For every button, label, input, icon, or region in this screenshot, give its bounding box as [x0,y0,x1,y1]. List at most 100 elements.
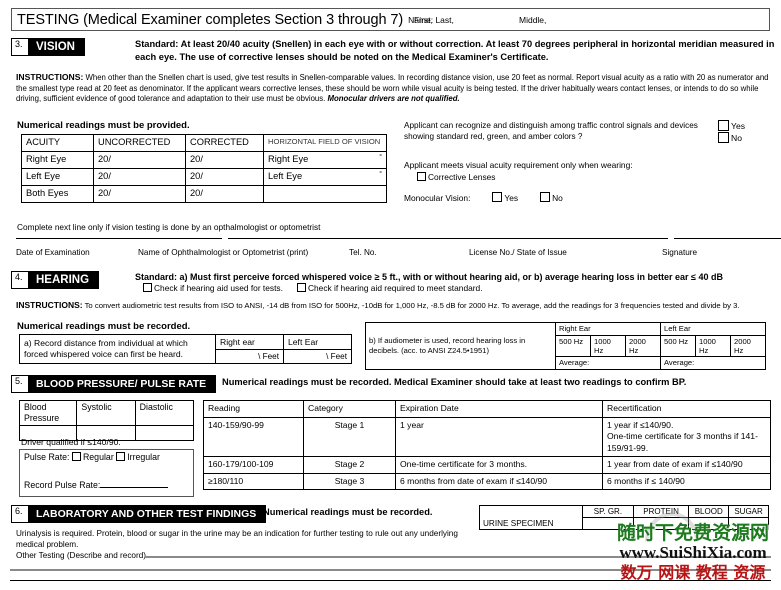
hearing-aid-checkbox-row: Check if hearing aid used for tests. Chec… [143,283,483,293]
section-6-note: Numerical readings must be recorded. [263,507,433,517]
both-eyes-uncorrected-field[interactable]: 20/ [93,185,186,203]
table-row: Reading Category Expiration Date Recerti… [203,400,771,418]
right-eye-corrected-field[interactable]: 20/ [185,151,264,169]
urine-specimen-table: URINE SPECIMEN SP. GR. PROTEIN BLOOD SUG… [479,505,769,530]
hearing-numerical-note: Numerical readings must be recorded. [17,321,191,332]
checkbox-icon[interactable] [143,283,152,292]
section-5-badge: 5. BLOOD PRESSURE/ PULSE RATE [11,375,217,393]
other-testing-line-2[interactable] [10,569,771,571]
left-eye-uncorrected-field[interactable]: 20/ [93,168,186,186]
other-testing-line-3[interactable] [10,580,771,581]
traffic-no-option[interactable]: No [718,132,745,144]
acuity-table: ACUITY UNCORRECTED CORRECTED HORIZONTAL … [21,134,387,203]
whispered-voice-table: a) Record distance from individual at wh… [19,334,352,364]
section-5-note: Numerical readings must be recorded. Med… [222,377,687,387]
row-label-both-eyes: Both Eyes [21,185,94,203]
left-eye-corrected-field[interactable]: 20/ [185,168,264,186]
checkbox-icon[interactable] [718,120,729,131]
record-pulse-rate-row: Record Pulse Rate: [24,480,169,490]
header-expiration-date: Expiration Date [395,400,603,418]
audiometer-instruction: b) If audiometer is used, record hearing… [365,322,556,370]
sugar-field[interactable] [728,517,769,530]
caption-license-no: License No./ State of Issue [469,248,567,257]
systolic-header: Systolic [76,400,136,426]
whispered-voice-instruction: a) Record distance from individual at wh… [19,334,216,364]
both-eyes-corrected-field[interactable]: 20/ [185,185,264,203]
traffic-signal-answer-group: Yes No [718,120,745,144]
checkbox-icon[interactable] [540,192,551,202]
section-3-standard-text: Standard: At least 20/40 acuity (Snellen… [135,39,775,62]
checkbox-icon[interactable] [296,283,306,292]
diastolic-field[interactable] [134,425,195,441]
left-ear-average-field[interactable]: Average: [660,356,766,370]
right-500hz-header: 500 Hz [555,335,591,357]
instructions-lead: INSTRUCTIONS: [16,300,83,310]
table-row: Both Eyes 20/ 20/ [21,185,387,203]
hfv-right-label: Right Eye [268,154,309,164]
monocular-vision-label: Monocular Vision: [404,193,471,203]
left-ear-feet-field[interactable]: \ Feet [283,349,352,364]
both-eyes-field-of-vision-field[interactable] [263,185,387,203]
checkbox-icon[interactable] [718,132,729,143]
section-4-instructions: INSTRUCTIONS: To convert audiometric tes… [16,300,771,311]
checkbox-icon[interactable] [492,192,503,202]
instructions-italic-note: Monocular drivers are not qualified. [327,94,460,103]
corrective-lenses-label: Corrective Lenses [428,172,496,182]
header-blood: BLOOD [688,505,730,518]
license-signature-line[interactable] [674,238,781,239]
header-category: Category [303,400,396,418]
record-pulse-rate-field[interactable] [100,487,169,488]
monocular-no-label: No [552,193,563,203]
left-eye-field-of-vision-field[interactable]: Left Eye ° [263,168,387,186]
table-row: URINE SPECIMEN SP. GR. PROTEIN BLOOD SUG… [479,505,769,530]
pulse-regular-label: Regular [82,452,114,462]
right-ear-feet-field[interactable]: \ Feet [215,349,284,364]
right-eye-field-of-vision-field[interactable]: Right Eye ° [263,151,387,169]
recert-stage1: 1 year if ≤140/90. One-time certificate … [602,416,771,457]
category-stage3: Stage 3 [303,472,396,490]
table-row: Right Eye 20/ 20/ Right Eye ° [21,151,387,169]
table-row: Left Eye 20/ 20/ Left Eye ° [21,168,387,186]
right-1000hz-header: 1000 Hz [590,335,626,357]
acuity-table-header-row: ACUITY UNCORRECTED CORRECTED HORIZONTAL … [21,134,387,152]
traffic-signal-question: Applicant can recognize and distinguish … [404,121,698,141]
name-first-label: First, [414,14,433,25]
right-ear-average-field[interactable]: Average: [555,356,661,370]
section-6-number: 6. [12,506,29,522]
hearing-aid-used-label: Check if hearing aid used for tests. [154,283,283,293]
header-sp-gr: SP. GR. [581,505,634,518]
left-1000hz-header: 1000 Hz [695,335,731,357]
hearing-aid-required-label: Check if hearing aid required to meet st… [307,283,483,293]
blood-pressure-category-table: Reading Category Expiration Date Recerti… [203,400,771,490]
sp-gr-field[interactable] [581,517,634,530]
right-ear-header: Right ear [215,334,284,350]
urinalysis-text: Urinalysis is required. Protein, blood o… [16,529,458,549]
checkbox-icon[interactable] [417,172,426,181]
header-acuity: ACUITY [21,134,94,152]
traffic-yes-option[interactable]: Yes [718,120,745,132]
diastolic-header: Diastolic [134,400,195,426]
other-testing-line-1[interactable] [145,556,771,558]
header-sugar: SUGAR [728,505,769,518]
table-row: 140-159/90-99 Stage 1 1 year 1 year if ≤… [203,416,771,457]
traffic-yes-label: Yes [731,121,746,131]
section-4-label: HEARING [29,272,99,288]
table-row: Blood Pressure Systolic Diastolic [18,400,195,426]
audiometer-table: b) If audiometer is used, record hearing… [365,322,766,370]
monocular-vision-row: Monocular Vision: Yes No [404,192,563,203]
table-row: ≥180/110 Stage 3 6 months from date of e… [203,472,771,490]
header-uncorrected: UNCORRECTED [93,134,186,152]
corrective-lenses-option[interactable]: Corrective Lenses [417,171,633,183]
checkbox-icon[interactable] [71,452,81,461]
header-recertification: Recertification [602,400,771,418]
category-stage2: Stage 2 [303,456,396,474]
hfv-left-label: Left Eye [268,171,303,181]
checkbox-icon[interactable] [116,452,126,461]
header-horizontal-field: HORIZONTAL FIELD OF VISION [263,134,387,152]
table-row: 160-179/100-109 Stage 2 One-time certifi… [203,456,771,474]
right-eye-uncorrected-field[interactable]: 20/ [93,151,186,169]
section-3-number: 3. [12,39,29,55]
ophthalmologist-name-line[interactable] [228,238,668,239]
date-of-examination-line[interactable] [16,238,222,239]
degree-icon: ° [379,171,382,178]
